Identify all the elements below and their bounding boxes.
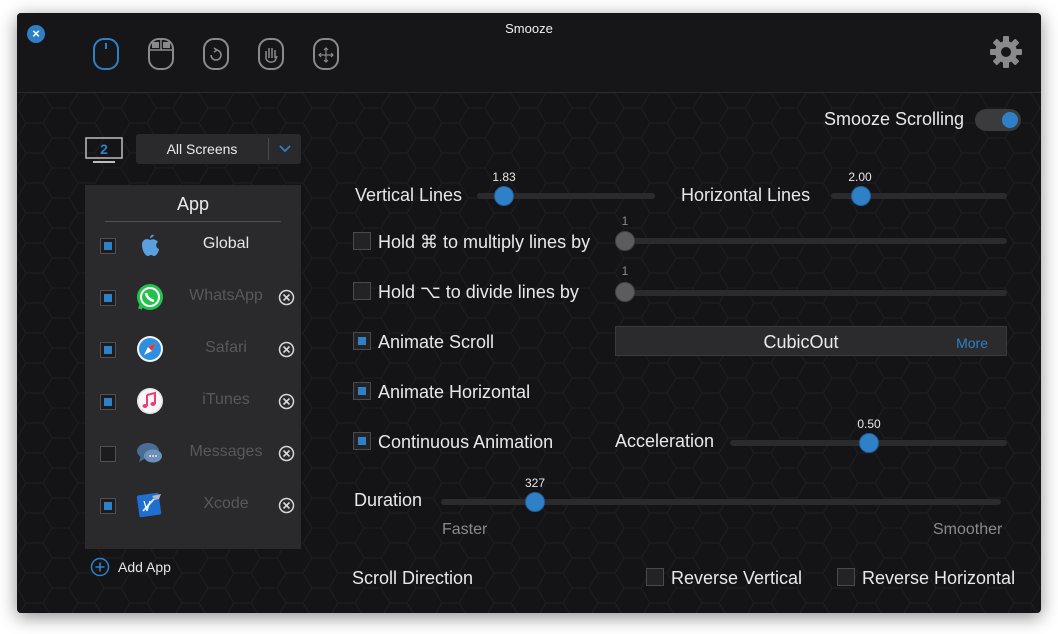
animate-horizontal-checkbox[interactable]	[353, 382, 371, 400]
more-button[interactable]: More	[956, 335, 988, 351]
app-checkbox[interactable]	[100, 394, 116, 410]
animate-scroll-checkbox[interactable]	[353, 332, 371, 350]
whatsapp-icon	[137, 284, 163, 310]
list-item[interactable]: Xcode	[85, 492, 301, 550]
vertical-lines-slider-knob[interactable]	[494, 186, 514, 206]
remove-app-icon[interactable]	[278, 289, 295, 306]
app-list-header: App	[176, 194, 210, 214]
vertical-lines-label: Vertical Lines	[355, 185, 463, 205]
screen-number: 2	[100, 141, 108, 157]
app-name: WhatsApp	[189, 287, 263, 304]
easing-value: CubicOut	[763, 332, 839, 352]
select-divider	[268, 138, 269, 160]
app-name: iTunes	[202, 391, 250, 408]
screen-select[interactable]: All Screens	[136, 134, 301, 164]
remove-app-icon[interactable]	[278, 341, 295, 358]
hand-grab-icon[interactable]	[257, 37, 285, 71]
acceleration-label: Acceleration	[615, 431, 715, 451]
chevron-down-icon[interactable]	[278, 143, 292, 155]
app-list-divider	[105, 221, 281, 222]
app-name: Safari	[205, 339, 247, 356]
app-checkbox[interactable]	[100, 498, 116, 514]
hold-cmd-slider-track[interactable]	[621, 238, 1007, 244]
remove-app-icon[interactable]	[278, 445, 295, 462]
messages-icon	[137, 443, 162, 463]
xcode-icon	[136, 492, 162, 518]
horizontal-lines-label: Horizontal Lines	[681, 185, 811, 205]
duration-min-label: Faster	[442, 521, 488, 538]
window-title: Smooze	[505, 21, 553, 36]
hold-option-value: 1	[621, 264, 629, 278]
list-item[interactable]: Safari	[85, 336, 301, 394]
screen-select-value: All Screens	[166, 141, 238, 157]
app-checkbox[interactable]	[100, 238, 116, 254]
smooze-scrolling-toggle[interactable]	[975, 109, 1021, 131]
hold-option-slider-knob[interactable]	[615, 282, 635, 302]
add-app-label: Add App	[118, 559, 171, 575]
reverse-horizontal-checkbox[interactable]	[837, 568, 855, 586]
duration-max-label: Smoother	[933, 521, 1003, 538]
app-name: Global	[202, 235, 250, 252]
acceleration-slider-knob[interactable]	[859, 433, 879, 453]
hold-option-slider-track[interactable]	[621, 290, 1007, 296]
remove-app-icon[interactable]	[278, 497, 295, 514]
easing-select[interactable]: CubicOut More	[615, 326, 1007, 356]
mouse-move-icon[interactable]	[312, 37, 340, 71]
hold-option-label: Hold ⌥ to divide lines by	[378, 282, 579, 302]
reverse-vertical-label: Reverse Vertical	[671, 568, 803, 588]
list-item[interactable]: Messages	[85, 443, 301, 498]
remove-app-icon[interactable]	[278, 393, 295, 410]
continuous-animation-checkbox[interactable]	[353, 432, 371, 450]
app-checkbox[interactable]	[100, 342, 116, 358]
continuous-animation-label: Continuous Animation	[378, 432, 554, 452]
reverse-vertical-checkbox[interactable]	[646, 568, 664, 586]
mouse-scroll-icon[interactable]	[92, 37, 120, 71]
app-list-panel: App Global WhatsApp Safari iTunes Messag…	[85, 185, 301, 549]
list-item[interactable]: Global	[85, 234, 301, 290]
hold-cmd-slider-knob[interactable]	[615, 231, 635, 251]
animate-horizontal-label: Animate Horizontal	[378, 382, 531, 402]
gear-icon[interactable]	[989, 35, 1023, 69]
toggle-knob	[1002, 112, 1018, 128]
smooze-window: Smooze × 2 All Screens App Global WhatsA…	[17, 13, 1041, 613]
smooze-scrolling-label: Smooze Scrolling	[824, 109, 965, 129]
duration-slider-knob[interactable]	[525, 492, 545, 512]
hold-cmd-value: 1	[621, 214, 629, 228]
app-name: Xcode	[203, 495, 249, 512]
vertical-lines-value: 1.83	[492, 170, 516, 184]
horizontal-lines-value: 2.00	[848, 170, 872, 184]
list-item[interactable]: iTunes	[85, 388, 301, 446]
app-name: Messages	[189, 443, 263, 460]
hold-cmd-label: Hold ⌘ to multiply lines by	[378, 232, 591, 252]
duration-label: Duration	[354, 490, 423, 510]
hold-option-checkbox[interactable]	[353, 282, 371, 300]
plus-circle-icon	[90, 557, 110, 577]
monitor-icon: 2	[85, 137, 123, 163]
close-button[interactable]: ×	[27, 25, 45, 43]
app-checkbox[interactable]	[100, 290, 116, 306]
safari-icon	[137, 336, 163, 362]
list-item[interactable]: WhatsApp	[85, 284, 301, 342]
duration-value: 327	[524, 476, 546, 490]
scroll-direction-label: Scroll Direction	[352, 568, 474, 588]
reverse-horizontal-label: Reverse Horizontal	[862, 568, 1016, 588]
animate-scroll-label: Animate Scroll	[378, 332, 495, 352]
hold-cmd-checkbox[interactable]	[353, 232, 371, 250]
horizontal-lines-slider-knob[interactable]	[851, 186, 871, 206]
itunes-icon	[137, 388, 163, 414]
mouse-gesture-icon[interactable]	[202, 37, 230, 71]
mouse-buttons-icon[interactable]	[147, 37, 175, 71]
apple-icon	[142, 234, 159, 256]
app-checkbox[interactable]	[100, 446, 116, 462]
acceleration-value: 0.50	[857, 417, 881, 431]
title-bar: Smooze ×	[17, 13, 1041, 93]
